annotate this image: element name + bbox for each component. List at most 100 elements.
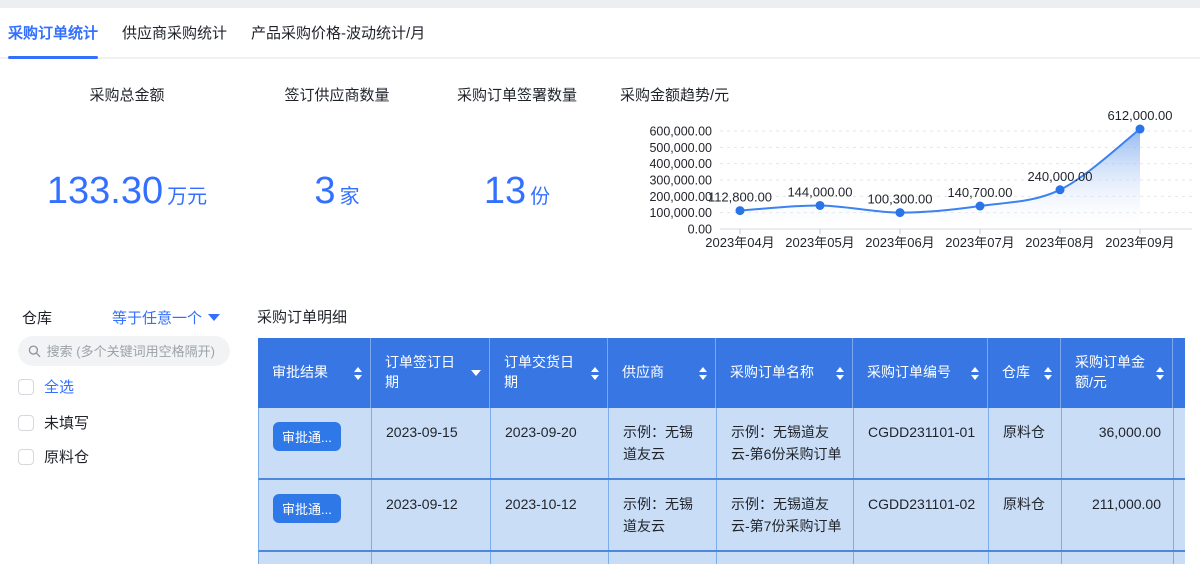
cell-order-name: 示例：无锡道友云-第6份采购订单 (717, 408, 854, 478)
procurement-dashboard: 采购订单统计 供应商采购统计 产品采购价格-波动统计/月 采购总金额 133.3… (0, 0, 1200, 564)
cell-order-no (854, 552, 989, 564)
cell-amount: 211,000.00 (1062, 480, 1174, 550)
table-row[interactable]: 审批通... 2023-09-12 2023-10-12 示例：无锡道友云 示例… (258, 480, 1185, 552)
sort-desc-icon[interactable] (471, 370, 481, 376)
tab-bar: 采购订单统计 供应商采购统计 产品采购价格-波动统计/月 (0, 8, 1200, 59)
kpi-total-purchase-amount: 采购总金额 133.30 万元 (27, 84, 227, 224)
svg-text:240,000.00: 240,000.00 (1027, 169, 1092, 184)
kpi-value: 13 份 (417, 170, 617, 213)
filter-option-raw-material-warehouse[interactable]: 原料仓 (18, 446, 89, 467)
cell-order-name: 示例：无锡道友云-第7份采购订单 (717, 480, 854, 550)
kpi-number: 3 (314, 170, 336, 212)
table-row[interactable]: 审批通... 2023-09-15 2023-09-20 示例：无锡道友云 示例… (258, 408, 1185, 480)
kpi-unit: 万元 (167, 186, 208, 208)
cell-order-no: CGDD231101-02 (854, 480, 989, 550)
column-label: 采购订单编号 (867, 364, 951, 381)
purchase-order-table: 审批结果 订单签订日期 订单交货日期 供应商 采购订单名称 采购订单编号 仓库 … (258, 338, 1185, 564)
chevron-down-icon (208, 314, 221, 321)
svg-text:100,300.00: 100,300.00 (867, 192, 932, 207)
filter-operator-label: 等于任意一个 (112, 310, 203, 327)
sort-icon[interactable] (354, 366, 362, 380)
table-title: 采购订单明细 (257, 309, 348, 326)
kpi-label: 签订供应商数量 (284, 87, 390, 104)
column-label: 仓库 (1002, 364, 1030, 381)
cell-supplier: 示例：无锡道友云 (609, 480, 717, 550)
kpi-label: 采购订单签署数量 (456, 87, 577, 104)
column-label: 订单交货日期 (504, 354, 574, 390)
svg-text:2023年05月: 2023年05月 (785, 235, 854, 250)
tab-product-price-fluctuation[interactable]: 产品采购价格-波动统计/月 (251, 8, 425, 57)
cell-sign-date: 2023-09-12 (372, 480, 491, 550)
cell-warehouse (989, 552, 1062, 564)
table-row[interactable] (258, 552, 1185, 564)
svg-text:2023年06月: 2023年06月 (865, 235, 934, 250)
svg-text:612,000.00: 612,000.00 (1107, 108, 1172, 123)
search-icon (28, 345, 41, 358)
svg-text:140,700.00: 140,700.00 (947, 185, 1012, 200)
kpi-number: 13 (483, 170, 527, 212)
cell-sign-date (372, 552, 491, 564)
filter-option-select-all[interactable]: 全选 (18, 376, 74, 397)
svg-text:400,000.00: 400,000.00 (649, 157, 712, 171)
column-header-order-name[interactable]: 采购订单名称 (716, 338, 853, 408)
column-header-sign-date[interactable]: 订单签订日期 (371, 338, 490, 408)
search-input[interactable] (46, 343, 220, 359)
checkbox[interactable] (18, 378, 34, 395)
cell-supplier (609, 552, 717, 564)
approval-status-button[interactable]: 审批通... (273, 494, 341, 523)
checkbox[interactable] (18, 448, 34, 465)
sort-icon[interactable] (971, 366, 979, 380)
sort-icon[interactable] (1156, 366, 1164, 380)
svg-text:600,000.00: 600,000.00 (649, 125, 712, 139)
svg-text:500,000.00: 500,000.00 (649, 141, 712, 155)
column-header-supplier[interactable]: 供应商 (608, 338, 716, 408)
cell-approval (259, 552, 372, 564)
svg-text:2023年09月: 2023年09月 (1105, 235, 1174, 250)
warehouse-search (18, 336, 230, 366)
column-label: 审批结果 (272, 364, 328, 381)
column-header-amount[interactable]: 采购订单金额/元 (1061, 338, 1173, 408)
svg-text:2023年08月: 2023年08月 (1025, 235, 1094, 250)
svg-text:300,000.00: 300,000.00 (649, 174, 712, 188)
filter-operator-dropdown[interactable]: 等于任意一个 (112, 307, 221, 328)
cell-clipped (1174, 480, 1185, 550)
cell-order-name (717, 552, 854, 564)
svg-text:100,000.00: 100,000.00 (649, 206, 712, 220)
filter-field-label: 仓库 (22, 310, 53, 327)
cell-delivery-date: 2023-09-20 (491, 408, 609, 478)
kpi-unit: 家 (339, 186, 360, 208)
tab-supplier-purchase-stats[interactable]: 供应商采购统计 (122, 8, 227, 57)
sort-icon[interactable] (836, 366, 844, 380)
kpi-signed-orders: 采购订单签署数量 13 份 (417, 84, 617, 224)
cell-delivery-date: 2023-10-12 (491, 480, 609, 550)
checkbox[interactable] (18, 414, 34, 431)
window-top-strip (0, 0, 1200, 8)
tab-purchase-order-stats[interactable]: 采购订单统计 (8, 8, 99, 59)
column-header-order-no[interactable]: 采购订单编号 (853, 338, 988, 408)
svg-text:112,800.00: 112,800.00 (708, 190, 772, 205)
column-header-clipped (1173, 338, 1185, 408)
kpi-label: 采购总金额 (89, 87, 165, 104)
column-header-warehouse[interactable]: 仓库 (988, 338, 1061, 408)
cell-clipped (1174, 552, 1185, 564)
purchase-trend-chart: 0.00 100,000.00 200,000.00 300,000.00 400,00… (620, 96, 1195, 256)
table-header-row: 审批结果 订单签订日期 订单交货日期 供应商 采购订单名称 采购订单编号 仓库 … (258, 338, 1185, 408)
option-label: 全选 (44, 379, 75, 396)
cell-supplier: 示例：无锡道友云 (609, 408, 717, 478)
cell-order-no: CGDD231101-01 (854, 408, 989, 478)
sort-icon[interactable] (1044, 366, 1052, 380)
kpi-signed-suppliers: 签订供应商数量 3家 (237, 84, 437, 224)
sort-icon[interactable] (591, 366, 599, 380)
svg-text:2023年04月: 2023年04月 (705, 235, 774, 250)
column-header-approval[interactable]: 审批结果 (258, 338, 371, 408)
kpi-value: 3家 (237, 170, 437, 213)
column-header-delivery-date[interactable]: 订单交货日期 (490, 338, 608, 408)
approval-status-button[interactable]: 审批通... (273, 422, 341, 451)
sort-icon[interactable] (699, 366, 707, 380)
cell-warehouse: 原料仓 (989, 480, 1062, 550)
column-label: 供应商 (622, 364, 664, 381)
svg-text:144,000.00: 144,000.00 (787, 184, 852, 199)
column-label: 订单签订日期 (385, 354, 455, 390)
filter-option-unfilled[interactable]: 未填写 (18, 412, 89, 433)
trend-chart-svg: 0.00100,000.00200,000.00300,000.00400,00… (649, 108, 1192, 250)
